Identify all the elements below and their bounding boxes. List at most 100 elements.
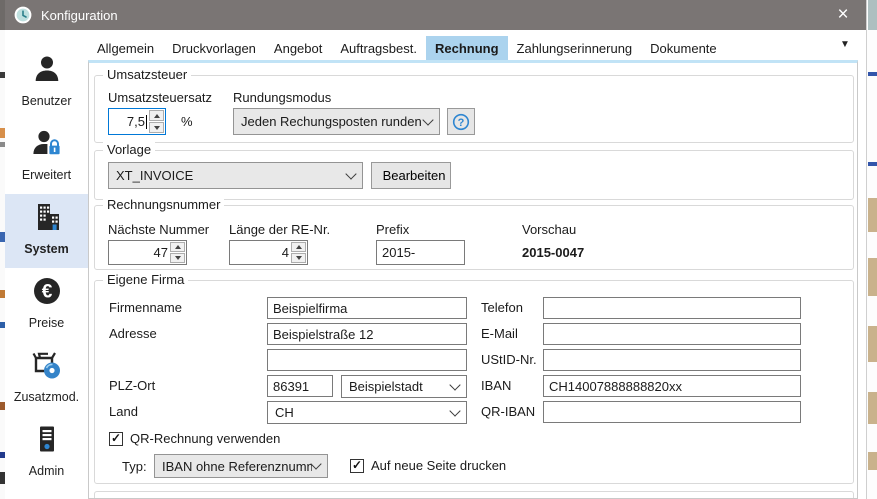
checkbox-box xyxy=(109,432,123,446)
group-title: Eigene Firma xyxy=(103,272,188,287)
group-umsatzsteuer: Umsatzsteuer Umsatzsteuersatz 7,5 % Rund… xyxy=(94,75,854,143)
next-number-label: Nächste Nummer xyxy=(108,222,209,237)
text-caret xyxy=(146,115,147,129)
ort-value: Beispielstadt xyxy=(349,379,423,394)
qr-iban-input[interactable] xyxy=(543,401,801,423)
sidebar-item-label: Benutzer xyxy=(21,94,71,108)
background-window-right xyxy=(866,0,877,499)
sidebar: Benutzer Erweitert xyxy=(5,30,88,499)
tab-zahlungserinnerung[interactable]: Zahlungserinnerung xyxy=(508,36,642,60)
group-title: Vorlage xyxy=(103,142,155,157)
preview-label: Vorschau xyxy=(522,222,576,237)
chevron-down-icon xyxy=(310,458,321,469)
sidebar-item-label: Zusatzmod. xyxy=(14,390,79,404)
sidebar-item-label: Admin xyxy=(29,464,64,478)
rechnung-tab-panel: Umsatzsteuer Umsatzsteuersatz 7,5 % Rund… xyxy=(88,60,858,499)
adresse-label: Adresse xyxy=(109,326,157,341)
spin-up-button[interactable] xyxy=(170,242,185,252)
ustid-input[interactable] xyxy=(543,349,801,371)
bg-mark xyxy=(868,72,877,76)
rate-spinner[interactable]: 7,5 xyxy=(108,108,166,135)
telefon-label: Telefon xyxy=(481,300,523,315)
group-title: Rechnungsnummer xyxy=(103,197,224,212)
sidebar-item-erweitert[interactable]: Erweitert xyxy=(5,120,88,194)
addon-box-disc-icon xyxy=(31,349,63,384)
land-label: Land xyxy=(109,404,138,419)
email-input[interactable] xyxy=(543,323,801,345)
prefix-input[interactable] xyxy=(376,240,465,265)
land-combobox[interactable]: CH xyxy=(267,401,467,424)
iban-label: IBAN xyxy=(481,378,511,393)
re-length-value: 4 xyxy=(282,245,289,260)
plz-input[interactable] xyxy=(267,375,333,397)
rounding-value: Jeden Rechungsposten runden xyxy=(241,114,422,129)
qr-rechnung-checkbox-label: QR-Rechnung verwenden xyxy=(130,431,280,446)
re-length-spinner[interactable]: 4 xyxy=(229,240,308,265)
qr-iban-label: QR-IBAN xyxy=(481,404,535,419)
sidebar-item-preise[interactable]: € Preise xyxy=(5,268,88,342)
group-rechnungsnummer: Rechnungsnummer Nächste Nummer 47 Länge … xyxy=(94,205,854,270)
close-button[interactable]: × xyxy=(820,0,866,30)
spin-up-button[interactable] xyxy=(291,242,306,252)
re-length-label: Länge der RE-Nr. xyxy=(229,222,330,237)
building-icon xyxy=(31,201,63,236)
rate-value: 7,5 xyxy=(127,114,145,129)
adresse-input[interactable] xyxy=(267,323,467,345)
template-combobox[interactable]: XT_INVOICE xyxy=(108,162,363,189)
svg-text:€: € xyxy=(41,282,52,303)
edit-template-button[interactable]: Bearbeiten xyxy=(371,162,451,189)
sidebar-item-label: System xyxy=(24,242,68,256)
typ-combobox[interactable]: IBAN ohne Referenznummer xyxy=(154,454,328,478)
tab-overflow-chevron-icon[interactable]: ▼ xyxy=(840,39,850,50)
email-label: E-Mail xyxy=(481,326,518,341)
sidebar-item-system[interactable]: System xyxy=(5,194,88,268)
qr-rechnung-checkbox[interactable]: QR-Rechnung verwenden xyxy=(109,431,280,446)
svg-text:?: ? xyxy=(458,117,465,129)
user-lock-icon xyxy=(31,127,63,162)
rounding-combobox[interactable]: Jeden Rechungsposten runden xyxy=(233,108,440,135)
tab-druckvorlagen[interactable]: Druckvorlagen xyxy=(163,36,265,60)
group-eigene-firma: Eigene Firma Firmenname Adresse PLZ-Ort … xyxy=(94,280,854,484)
help-button[interactable]: ? xyxy=(447,108,475,135)
spin-down-button[interactable] xyxy=(170,253,185,263)
titlebar[interactable]: Konfiguration × xyxy=(5,0,866,30)
rounding-label: Rundungsmodus xyxy=(233,90,331,105)
rate-label: Umsatzsteuersatz xyxy=(108,90,212,105)
checkbox-box xyxy=(350,459,364,473)
sidebar-item-zusatzmod[interactable]: Zusatzmod. xyxy=(5,342,88,416)
chevron-down-icon xyxy=(422,114,433,125)
spin-down-button[interactable] xyxy=(291,253,306,263)
typ-label: Typ: xyxy=(122,459,147,474)
euro-icon: € xyxy=(31,275,63,310)
tab-angebot[interactable]: Angebot xyxy=(265,36,331,60)
tab-auftragsbest[interactable]: Auftragsbest. xyxy=(331,36,426,60)
tab-rechnung[interactable]: Rechnung xyxy=(426,36,508,60)
user-icon xyxy=(31,53,63,88)
tab-dokumente[interactable]: Dokumente xyxy=(641,36,725,60)
adresse2-input[interactable] xyxy=(267,349,467,371)
iban-input[interactable] xyxy=(543,375,801,397)
new-page-checkbox-label: Auf neue Seite drucken xyxy=(371,458,506,473)
tabbar: Allgemein Druckvorlagen Angebot Auftrags… xyxy=(88,36,726,60)
spin-down-button[interactable] xyxy=(149,122,164,133)
bg-mark xyxy=(868,326,877,362)
firmenname-input[interactable] xyxy=(267,297,467,319)
sidebar-item-admin[interactable]: Admin xyxy=(5,416,88,490)
sidebar-item-benutzer[interactable]: Benutzer xyxy=(5,46,88,120)
typ-value: IBAN ohne Referenznummer xyxy=(162,459,312,474)
tab-allgemein[interactable]: Allgemein xyxy=(88,36,163,60)
telefon-input[interactable] xyxy=(543,297,801,319)
chevron-down-icon xyxy=(449,379,460,390)
edit-button-label: Bearbeiten xyxy=(383,168,446,183)
next-number-spinner[interactable]: 47 xyxy=(108,240,187,265)
new-page-checkbox[interactable]: Auf neue Seite drucken xyxy=(350,458,506,473)
sidebar-item-label: Erweitert xyxy=(22,168,71,182)
ort-combobox[interactable]: Beispielstadt xyxy=(341,375,467,398)
spin-up-button[interactable] xyxy=(149,110,164,121)
chevron-down-icon xyxy=(345,168,356,179)
sidebar-item-label: Preise xyxy=(29,316,64,330)
bg-mark xyxy=(868,452,877,470)
ustid-label: UStID-Nr. xyxy=(481,352,537,367)
clock-icon xyxy=(14,6,32,24)
help-icon: ? xyxy=(452,113,470,131)
